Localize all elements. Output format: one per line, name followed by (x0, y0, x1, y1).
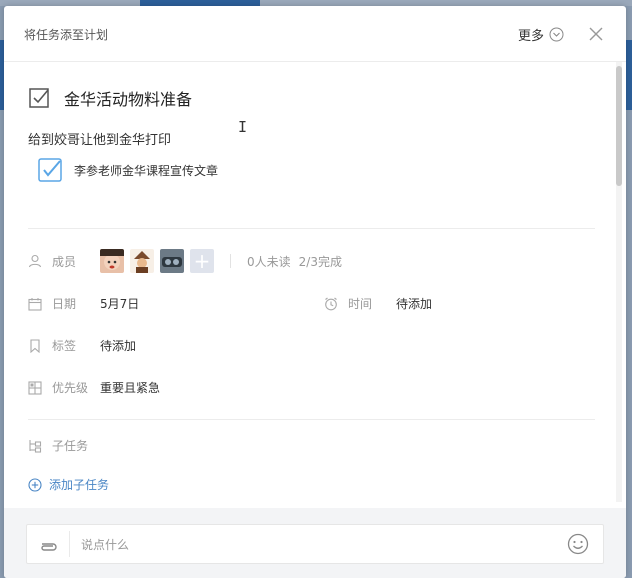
subtasks-label: 子任务 (52, 439, 89, 453)
completion-count: 2/3完成 (298, 254, 342, 269)
priority-value[interactable]: 重要且紧急 (100, 379, 160, 396)
members-label: 成员 (52, 254, 77, 269)
separator (69, 531, 70, 557)
avatar[interactable] (160, 249, 184, 273)
separator (230, 254, 231, 268)
time-label: 时间 (348, 297, 373, 311)
calendar-icon (28, 297, 42, 311)
scrollbar[interactable] (616, 62, 622, 502)
priority-grid-icon (28, 380, 42, 395)
checked-checkbox-icon[interactable] (38, 158, 62, 182)
more-button[interactable]: 更多 (518, 25, 564, 44)
comment-input[interactable] (79, 532, 553, 558)
plus-circle-icon (28, 477, 42, 492)
alarm-clock-icon (325, 297, 337, 310)
bookmark-icon (30, 338, 40, 353)
task-title-row: 金华活动物料准备 (28, 86, 192, 110)
dialog-header: 将任务添至计划 更多 (4, 6, 626, 62)
backdrop-right (626, 40, 632, 110)
checklist-item-text: 李参老师金华课程宣传文章 (74, 163, 219, 178)
date-row[interactable]: 日期 5月7日 (28, 295, 139, 312)
comment-box (26, 524, 604, 564)
user-icon (28, 254, 42, 268)
paperclip-icon[interactable] (39, 535, 59, 553)
task-description[interactable]: 给到姣哥让他到金华打印 (28, 129, 171, 148)
task-dialog: 将任务添至计划 更多 金华活动物料准备 给到姣哥让他到金华打印 I 李参老师金华… (4, 6, 626, 578)
divider (28, 228, 595, 229)
emoji-icon[interactable] (567, 533, 589, 555)
add-member-button[interactable]: + (190, 249, 214, 273)
date-value[interactable]: 5月7日 (100, 295, 139, 312)
close-icon[interactable] (586, 24, 606, 44)
tags-row[interactable]: 标签 待添加 (28, 337, 136, 354)
time-value[interactable]: 待添加 (396, 295, 432, 312)
comment-footer (4, 508, 626, 578)
chevron-down-circle-icon (549, 27, 564, 42)
members-row: 成员 + 0人未读 2/3完成 (28, 249, 350, 273)
avatar[interactable] (100, 249, 124, 273)
priority-row[interactable]: 优先级 重要且紧急 (28, 379, 160, 396)
text-cursor-icon: I (238, 118, 248, 136)
tags-label: 标签 (52, 339, 77, 353)
priority-label: 优先级 (52, 381, 89, 395)
date-label: 日期 (52, 297, 77, 311)
subtasks-row: 子任务 (28, 437, 100, 454)
dialog-body: 金华活动物料准备 给到姣哥让他到金华打印 I 李参老师金华课程宣传文章 成员 +… (4, 62, 626, 502)
divider (28, 419, 595, 420)
scrollbar-thumb[interactable] (616, 66, 622, 186)
time-row[interactable]: 时间 待添加 (324, 295, 432, 312)
unread-count: 0人未读 (247, 254, 291, 269)
subtask-tree-icon (29, 439, 42, 453)
task-title[interactable]: 金华活动物料准备 (64, 86, 192, 110)
add-subtask-label: 添加子任务 (49, 478, 110, 492)
avatar[interactable] (130, 249, 154, 273)
tags-value[interactable]: 待添加 (100, 337, 136, 354)
more-label: 更多 (518, 29, 545, 44)
checklist-item[interactable]: 李参老师金华课程宣传文章 (38, 158, 218, 182)
task-checkbox-icon[interactable] (28, 87, 50, 109)
dialog-title: 将任务添至计划 (24, 28, 109, 42)
add-subtask-button[interactable]: 添加子任务 (28, 476, 109, 493)
